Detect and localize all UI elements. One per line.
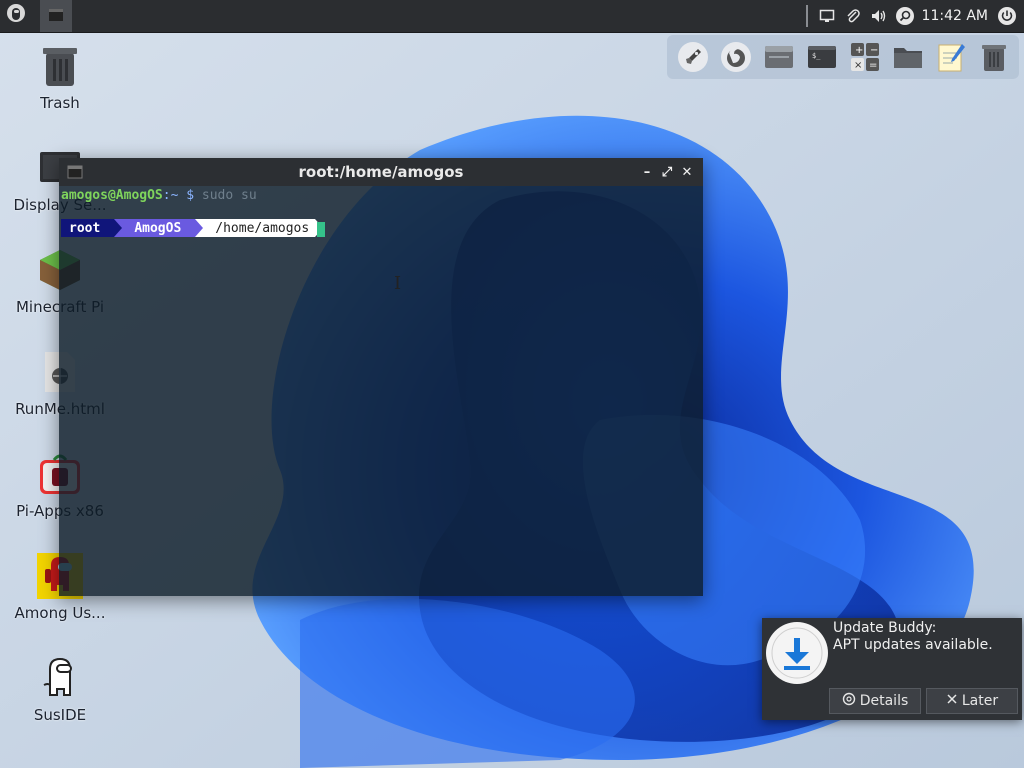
powerline-prompt: root AmogOS /home/amogos (61, 219, 324, 237)
app-dock: $_ + − × = (667, 35, 1019, 79)
svg-text:×: × (854, 60, 862, 71)
terminal-window[interactable]: root:/home/amogos – ⤢ ✕ amogos@AmogOS:~ … (59, 158, 703, 596)
firefox-icon[interactable] (718, 39, 754, 75)
ibeam-cursor-icon: I (394, 273, 402, 294)
terminal-icon (67, 165, 83, 183)
paperclip-icon[interactable] (842, 5, 864, 27)
close-button[interactable]: ✕ (677, 165, 697, 180)
prompt-user-host: amogos@AmogOS (61, 188, 163, 203)
later-label: Later (961, 693, 999, 709)
svg-text:$_: $_ (812, 52, 821, 60)
notification-message: APT updates available. (833, 637, 993, 653)
details-button[interactable]: Details (829, 688, 921, 714)
desktop-icon-suside[interactable]: SusIDE (10, 654, 110, 724)
rocket-icon[interactable] (675, 39, 711, 75)
calculator-icon[interactable]: + − × = (847, 39, 883, 75)
desktop-icon-trash[interactable]: Trash (10, 42, 110, 112)
text-cursor (317, 222, 325, 237)
details-label: Details (859, 693, 909, 709)
desktop-icon-label: Among Us... (14, 604, 106, 622)
segment-arrow (195, 219, 204, 237)
search-icon[interactable] (894, 5, 916, 27)
screen-icon[interactable] (816, 5, 838, 27)
later-button[interactable]: Later (926, 688, 1018, 714)
notepad-icon[interactable] (933, 39, 969, 75)
amogus-logo-icon (6, 3, 26, 29)
taskbar-window-button[interactable] (40, 0, 72, 32)
app-menu-button[interactable] (0, 0, 32, 32)
prompt-dollar: $ (186, 188, 195, 203)
prompt-segment-user: root (61, 219, 115, 237)
prompt-segment-host: AmogOS (122, 219, 196, 237)
window-icon[interactable] (761, 39, 797, 75)
notification-title: Update Buddy: (833, 620, 937, 636)
window-icon (48, 7, 64, 26)
desktop-icon-label: Trash (40, 94, 80, 112)
prompt-segment-dir: /home/amogos (203, 219, 316, 237)
trash-icon (36, 42, 84, 90)
terminal-line: amogos@AmogOS:~ $ sudo su (61, 188, 257, 203)
svg-text:=: = (869, 60, 877, 71)
tray-separator (805, 5, 808, 27)
update-notification: Update Buddy: APT updates available. Det… (762, 618, 1022, 720)
gear-icon (842, 692, 856, 710)
svg-text:−: − (870, 45, 878, 56)
power-icon[interactable] (996, 5, 1018, 27)
trash-icon[interactable] (976, 39, 1012, 75)
terminal-icon[interactable]: $_ (804, 39, 840, 75)
command-text: sudo su (201, 188, 257, 203)
terminal-body[interactable]: amogos@AmogOS:~ $ sudo su root AmogOS /h… (59, 186, 703, 596)
top-panel: 11:42 AM (0, 0, 1024, 33)
segment-arrow (114, 219, 123, 237)
prompt-path: :~ (162, 188, 179, 203)
folder-icon[interactable] (890, 39, 926, 75)
volume-icon[interactable] (868, 5, 890, 27)
maximize-button[interactable]: ⤢ (657, 165, 677, 180)
close-icon (946, 693, 958, 709)
terminal-titlebar[interactable]: root:/home/amogos – ⤢ ✕ (59, 158, 703, 186)
desktop-icon-label: SusIDE (33, 706, 87, 724)
clock[interactable]: 11:42 AM (922, 8, 988, 24)
svg-text:+: + (855, 45, 863, 56)
suside-icon (36, 654, 84, 702)
window-title: root:/home/amogos (298, 163, 464, 181)
download-icon (766, 622, 828, 684)
minimize-button[interactable]: – (637, 165, 657, 180)
